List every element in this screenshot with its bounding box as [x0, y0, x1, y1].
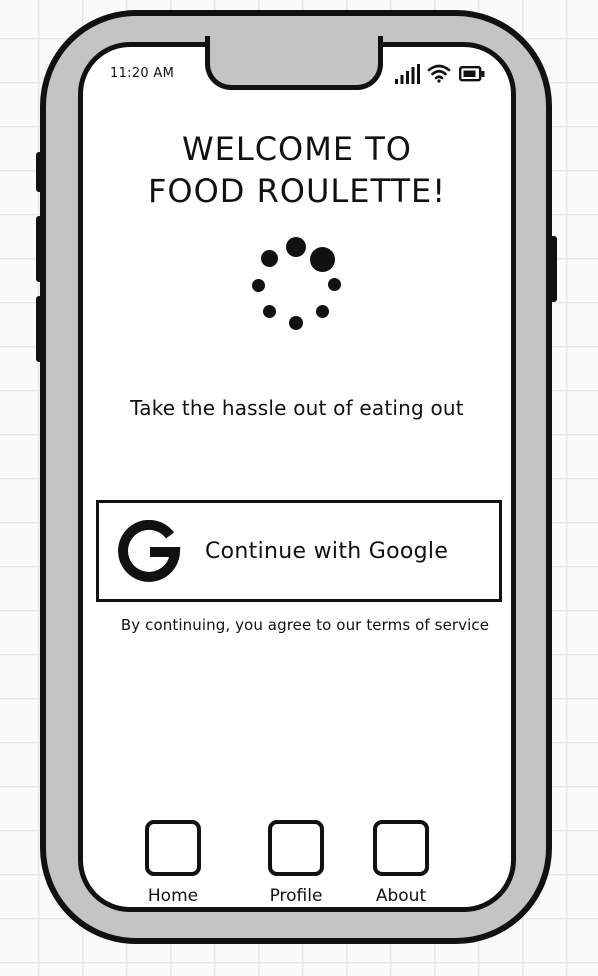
wifi-icon — [427, 64, 451, 83]
spinner-dot — [286, 237, 306, 257]
spinner-icon — [246, 234, 346, 334]
nav-about[interactable]: About — [356, 820, 446, 916]
nav-home-label: Home — [147, 886, 199, 906]
phone-side-button — [36, 152, 44, 192]
spinner-dot — [310, 247, 335, 272]
spinner-dot — [261, 250, 278, 267]
about-icon — [373, 820, 429, 876]
tagline: Take the hassle out of eating out — [130, 396, 464, 420]
welcome-title-line2: FOOD ROULETTE! — [147, 172, 447, 210]
profile-icon — [268, 820, 324, 876]
phone-notch — [205, 36, 383, 90]
phone-power-button — [548, 236, 557, 302]
signal-icon — [395, 64, 420, 84]
nav-home[interactable]: Home — [128, 820, 218, 916]
spinner-dot — [316, 305, 329, 318]
phone-volume-down-button — [36, 296, 44, 362]
status-time: 11:20 AM — [110, 66, 175, 81]
continue-with-google-button[interactable]: Continue with Google — [96, 500, 502, 602]
welcome-title: WELCOME TO FOOD ROULETTE! — [80, 128, 514, 212]
google-g-icon — [118, 520, 181, 582]
nav-about-label: About — [375, 886, 427, 906]
terms-of-service-text: By continuing, you agree to our terms of… — [120, 616, 490, 634]
spinner-dot — [252, 279, 265, 292]
nav-profile-label: Profile — [269, 886, 323, 906]
spinner-dot — [289, 316, 303, 330]
battery-icon — [459, 66, 485, 82]
phone-volume-up-button — [36, 216, 44, 282]
welcome-title-line1: WELCOME TO — [182, 130, 412, 168]
nav-profile[interactable]: Profile — [251, 820, 341, 916]
google-button-label: Continue with Google — [205, 539, 449, 564]
spinner-dot — [328, 278, 341, 291]
home-icon — [145, 820, 201, 876]
spinner-dot — [263, 305, 276, 318]
